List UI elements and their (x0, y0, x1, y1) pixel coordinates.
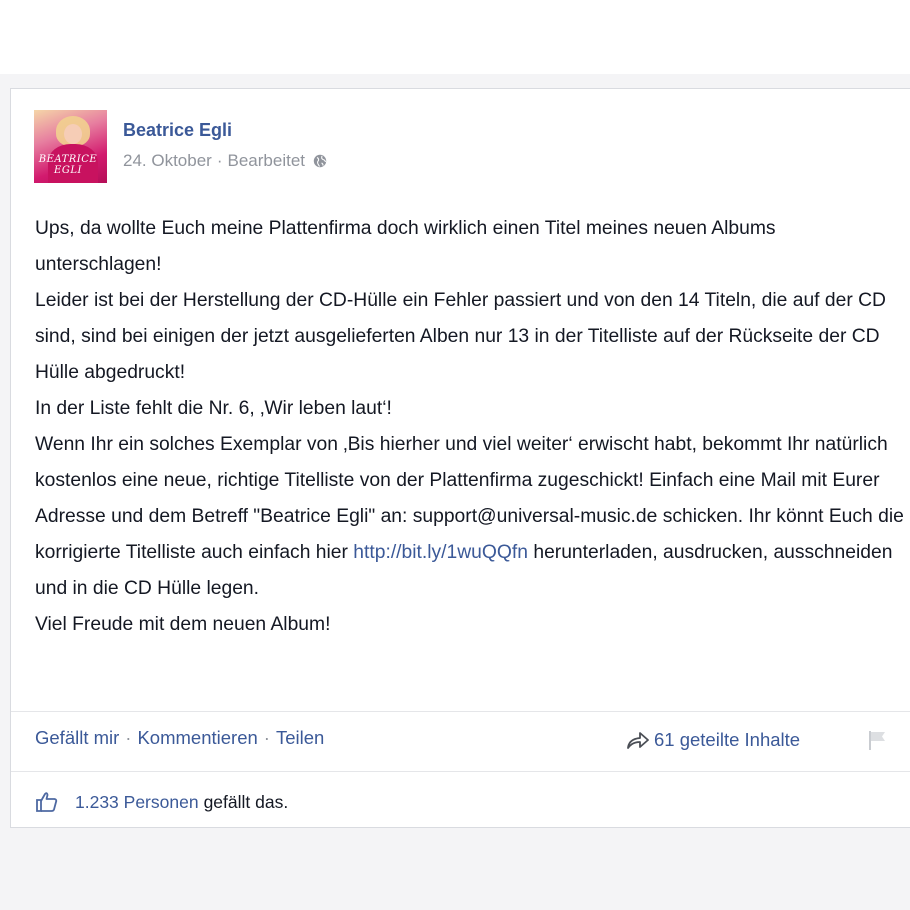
meta-separator: · (216, 151, 223, 170)
post-body: Ups, da wollte Euch meine Plattenfirma d… (35, 211, 905, 643)
post-paragraph: Leider ist bei der Herstellung der CD-Hü… (35, 290, 886, 383)
download-link[interactable]: http://bit.ly/1wuQQfn (353, 542, 528, 563)
post-meta: 24. Oktober · Bearbeitet (123, 151, 327, 171)
share-arrow-icon (627, 732, 649, 749)
likes-suffix: gefällt das. (203, 791, 289, 812)
thumbs-up-icon[interactable] (35, 791, 59, 813)
divider (11, 771, 910, 772)
post-date[interactable]: 24. Oktober (123, 151, 212, 171)
page-top-band (0, 0, 910, 74)
profile-avatar[interactable]: BEATRICE EGLI (34, 110, 107, 183)
post-paragraph: Wenn Ihr ein solches Exemplar von ‚Bis h… (35, 434, 904, 599)
share-button[interactable]: Teilen (276, 727, 324, 749)
post-paragraph: In der Liste fehlt die Nr. 6, ‚Wir leben… (35, 398, 392, 419)
flag-icon[interactable] (866, 729, 888, 751)
post-actions: Gefällt mir · Kommentieren · Teilen (35, 727, 325, 749)
post-card: BEATRICE EGLI Beatrice Egli 24. Oktober … (10, 88, 910, 828)
edited-label[interactable]: Bearbeitet (228, 151, 306, 171)
shares-count: 61 geteilte Inhalte (654, 729, 801, 750)
divider (11, 711, 910, 712)
likes-count-link[interactable]: 1.233 Personen (75, 792, 199, 813)
like-button[interactable]: Gefällt mir (35, 727, 119, 749)
author-name-link[interactable]: Beatrice Egli (123, 120, 232, 141)
comment-button[interactable]: Kommentieren (137, 727, 257, 749)
post-closing: Viel Freude mit dem neuen Album! (35, 614, 331, 635)
likes-summary: 1.233 Personen gefällt das. (35, 791, 288, 813)
globe-icon[interactable] (313, 154, 327, 168)
shares-count-link[interactable]: 61 geteilte Inhalte (626, 729, 800, 751)
avatar-logo-text: BEATRICE EGLI (38, 154, 98, 176)
post-paragraph: Ups, da wollte Euch meine Plattenfirma d… (35, 218, 776, 275)
